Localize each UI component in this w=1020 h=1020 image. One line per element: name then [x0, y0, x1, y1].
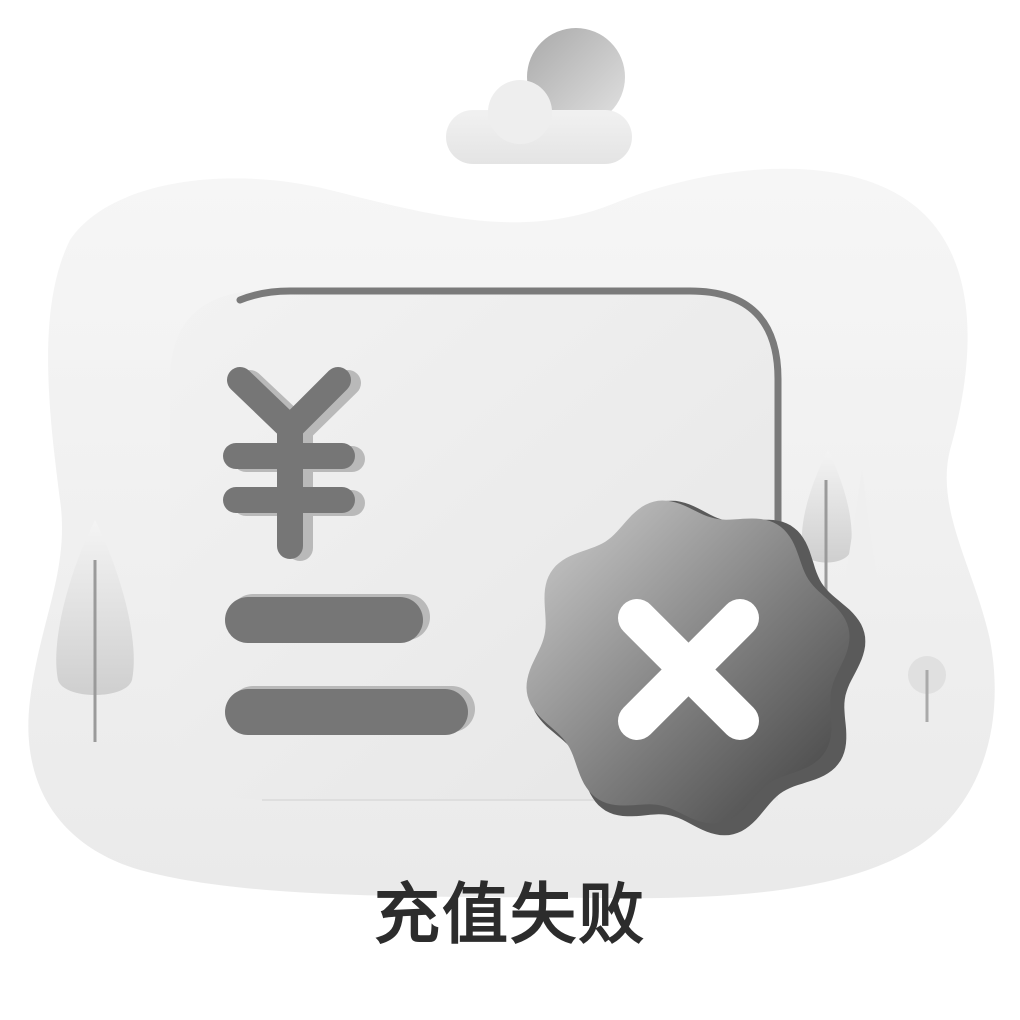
status-message: 充值失败 [374, 876, 646, 953]
recharge-failed-illustration [28, 28, 995, 899]
